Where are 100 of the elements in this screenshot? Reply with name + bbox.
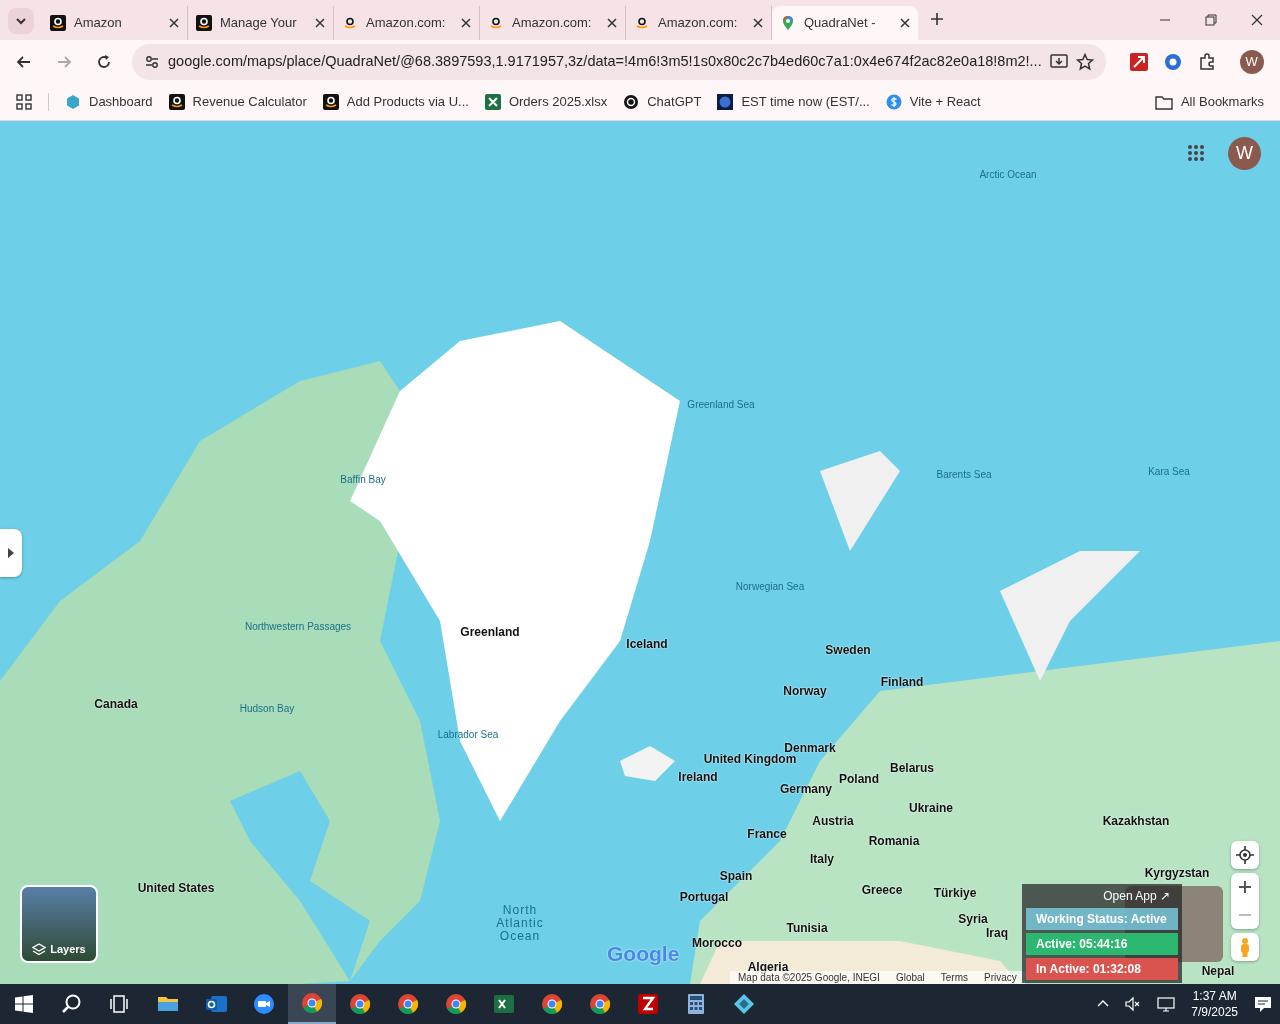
bookmark-link[interactable]: Vite + React [885,92,981,112]
close-icon[interactable] [169,18,179,28]
map-label: Norwegian Sea [735,579,805,594]
amazon-logo-icon [196,15,212,31]
reload-icon [95,53,113,71]
map-label: Greenland [460,624,520,641]
close-icon[interactable] [315,18,325,28]
map-label: Kyrgyzstan [1144,865,1210,882]
monitor-icon[interactable] [1157,996,1176,1012]
video-app-icon [253,993,275,1015]
profile-avatar[interactable]: W [1239,50,1264,74]
map-label: United States [137,880,215,897]
windows-logo-icon [15,995,33,1013]
diamond-app-icon [733,993,755,1015]
notification-icon[interactable] [1254,995,1272,1013]
bookmark-link[interactable]: EST time now (EST/... [717,92,870,112]
spreadsheet-icon [493,993,515,1015]
map-footer-link[interactable]: Privacy [984,970,1017,984]
map-label: Finland [880,674,924,691]
side-panel-toggle[interactable] [0,529,22,577]
apps-grid-icon[interactable] [16,94,32,110]
map-label: Greece [861,882,903,899]
globe-icon [717,94,734,110]
puzzle-icon[interactable] [1197,53,1216,71]
volume-muted-icon[interactable] [1125,996,1142,1012]
amazon-logo-icon [322,94,339,110]
tab-search-button[interactable] [8,8,34,34]
amazon-logo-icon [634,15,650,31]
map-label: Norway [783,683,827,700]
map-label: Syria [958,911,988,928]
url-text: google.com/maps/place/QuadraNet/@68.3897593,1.9171957,3z/data=!4m6!3m5!1s0x80c2c7b4ed60c7a1:0x4e674f2ac82e0a18!8m2!... [168,52,1042,72]
amazon-logo-icon [488,15,504,31]
install-app-icon[interactable] [1049,53,1068,71]
browser-app-icon [349,993,371,1015]
map-label: Portugal [679,889,729,906]
calculator-icon [685,993,707,1015]
inactive-time-text: In Active: 01:32:08 [1026,958,1178,980]
map-label: Denmark [784,740,836,755]
active-time-text: Active: 05:44:16 [1026,933,1178,955]
map-label: Greenland Sea [687,397,755,412]
map-label: Algeria [747,959,789,974]
amazon-logo-icon [342,15,358,31]
close-icon[interactable] [461,18,471,28]
close-icon[interactable] [607,18,617,28]
browser-tab[interactable]: QuadraNet - [772,6,918,40]
layers-button[interactable]: Layers [20,885,98,963]
map-label: United Kingdom [703,752,797,768]
search-icon [62,994,82,1014]
map-label: Kara Sea [1148,464,1190,479]
plus-icon [930,12,944,26]
all-bookmarks-link[interactable]: All Bookmarks [1154,92,1264,112]
map-label: Ireland [678,769,718,786]
map-label: Nepal [1201,963,1235,980]
bookmark-link[interactable]: Dashboard [65,92,153,112]
star-icon[interactable] [1075,53,1094,71]
apps-grid-icon[interactable] [1187,144,1205,162]
swirl-logo-icon [623,94,640,110]
site-settings-icon[interactable] [144,54,160,70]
map-label: Austria [812,813,854,830]
map-label: Arctic Ocean [979,167,1037,182]
crosshair-icon [1236,846,1254,864]
map-label: Sweden [825,642,871,659]
map-label: Germany [780,781,832,798]
map-label: France [747,826,787,843]
mail-app-icon [205,993,227,1015]
map-label: Romania [868,833,920,850]
address-bar[interactable]: google.com/maps/place/QuadraNet/@68.3897593,1.9171957,3z/data=!4m6!3m5!1s0x80c2c7b4ed60c7a1:0x4e674f2ac82e0a18!8m2!... [132,44,1106,80]
google-logo: Google [607,941,680,967]
bookmark-link[interactable]: Add Products via U... [322,92,469,112]
caret-right-icon [8,548,14,558]
close-icon[interactable] [900,18,910,28]
hexagon-icon [65,94,81,110]
restore-icon [1204,13,1218,27]
amazon-logo-icon [168,94,185,110]
close-icon[interactable] [753,18,763,28]
bookmark-link[interactable]: ChatGPT [623,92,702,112]
map-label: North Atlantic Ocean [495,904,545,944]
globe-extension-icon[interactable] [1163,53,1182,71]
bookmark-link[interactable]: Orders 2025.xlsx [484,92,608,112]
close-icon [1250,13,1264,27]
map-footer-link[interactable]: Global [895,970,925,984]
browser-app-icon [397,993,419,1015]
map-label: Barents Sea [936,467,992,482]
map-label: Canada [94,696,138,713]
transfer-app-icon [637,993,659,1015]
map-attribution-text: Map data ©2025 Google, INEGI [738,972,880,984]
person-figure-icon [1239,937,1251,957]
browser-app-icon [445,993,467,1015]
my-location-button[interactable] [1231,841,1259,869]
bookmark-link[interactable]: Revenue Calculator [168,92,307,112]
clock[interactable]: 1:37 AM 7/9/2025 [1191,987,1238,1021]
layers-icon [32,943,47,957]
arrow-extension-icon[interactable] [1129,53,1148,71]
folder-icon [1154,94,1173,110]
map-pin-icon [780,15,796,31]
map-label: Iceland [626,636,668,653]
open-app-link[interactable]: Open App ↗ [1026,887,1178,905]
plus-icon [1239,881,1251,893]
map-footer-link[interactable]: Terms [940,970,969,984]
map-label: Hudson Bay [239,701,295,716]
